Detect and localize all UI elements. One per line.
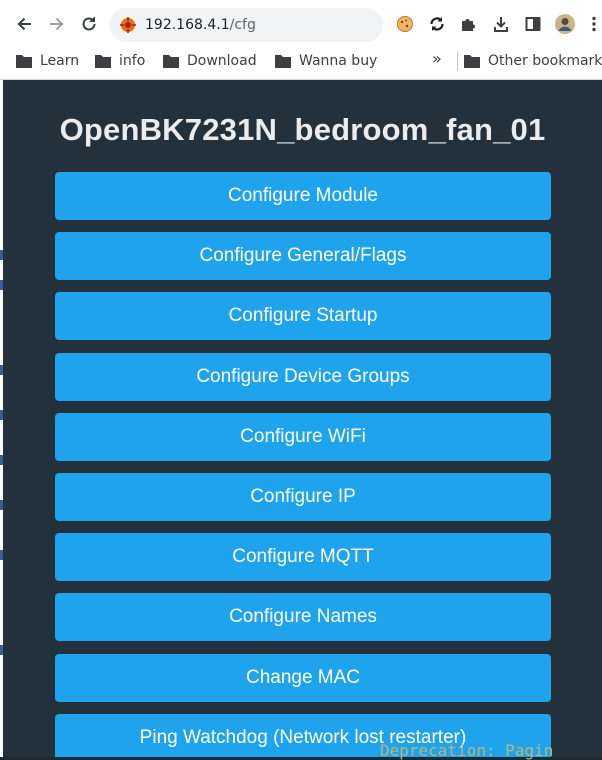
reload-icon (82, 16, 96, 31)
configure-device-groups-button[interactable]: Configure Device Groups (55, 352, 551, 401)
more-bookmarks-chevron-icon[interactable]: » (432, 49, 442, 68)
sync-icon (430, 17, 444, 31)
bookmark-label: Learn (40, 53, 80, 69)
configure-wifi-button[interactable]: Configure WiFi (55, 412, 551, 461)
download-icon (494, 17, 508, 32)
forward-button[interactable] (42, 9, 72, 39)
bookmark-label: Wanna buy (299, 53, 378, 69)
extensions-button[interactable] (453, 9, 483, 39)
side-panel-button[interactable] (518, 9, 548, 39)
page-title: OpenBK7231N_bedroom_fan_01 (59, 112, 546, 147)
bookmarks-bar: Learn info Download Wanna buy Other book… (0, 46, 602, 76)
bookmark-label: Download (187, 53, 257, 69)
bookmark-folder-wanna-buy[interactable]: Wanna buy (275, 51, 377, 71)
bookmark-label: Other bookmark (488, 53, 602, 69)
configure-ip-button[interactable]: Configure IP (55, 472, 551, 521)
sidebar-icon (525, 17, 541, 31)
folder-icon (464, 55, 480, 68)
config-page: OpenBK7231N_bedroom_fan_01 Configure Mod… (3, 80, 602, 757)
reload-button[interactable] (74, 9, 104, 39)
bookmarks-divider (457, 51, 458, 71)
puzzle-icon (462, 19, 475, 31)
configure-names-button[interactable]: Configure Names (55, 593, 551, 642)
configure-general-flags-button[interactable]: Configure General/Flags (55, 232, 551, 281)
config-menu: Configure Module Configure General/Flags… (55, 172, 551, 757)
configure-module-button[interactable]: Configure Module (55, 172, 551, 220)
change-mac-button[interactable]: Change MAC (55, 653, 551, 702)
sync-extension-button[interactable] (422, 9, 452, 39)
folder-icon (16, 55, 32, 68)
configure-startup-button[interactable]: Configure Startup (55, 292, 551, 341)
browser-menu-button[interactable] (586, 9, 602, 39)
folder-icon (95, 55, 111, 68)
downloads-button[interactable] (486, 9, 516, 39)
browser-chrome: 192.168.4.1/cfg Learn info Download Wann… (0, 0, 602, 80)
cookie-extension-button[interactable] (390, 9, 420, 39)
address-bar[interactable]: 192.168.4.1/cfg (109, 8, 383, 42)
back-arrow-icon (17, 17, 31, 31)
back-button[interactable] (9, 9, 39, 39)
cookie-icon (397, 16, 413, 32)
background-terminal-text: Deprecation: Pagin (380, 741, 554, 760)
profile-button[interactable] (550, 9, 580, 39)
bookmark-folder-info[interactable]: info (95, 51, 145, 71)
configure-mqtt-button[interactable]: Configure MQTT (55, 533, 551, 582)
url-path: /cfg (229, 17, 256, 33)
avatar (555, 14, 575, 34)
bookmark-folder-learn[interactable]: Learn (16, 51, 79, 71)
folder-icon (163, 55, 179, 68)
forward-arrow-icon (50, 17, 64, 31)
folder-icon (275, 55, 291, 68)
bookmark-folder-download[interactable]: Download (163, 51, 257, 71)
other-bookmarks-folder[interactable]: Other bookmark (464, 51, 602, 71)
kebab-menu-icon (592, 16, 596, 32)
site-icon (120, 17, 136, 33)
url-text: 192.168.4.1/cfg (145, 16, 256, 34)
url-host: 192.168.4.1 (145, 17, 230, 33)
bookmark-label: info (119, 53, 146, 69)
